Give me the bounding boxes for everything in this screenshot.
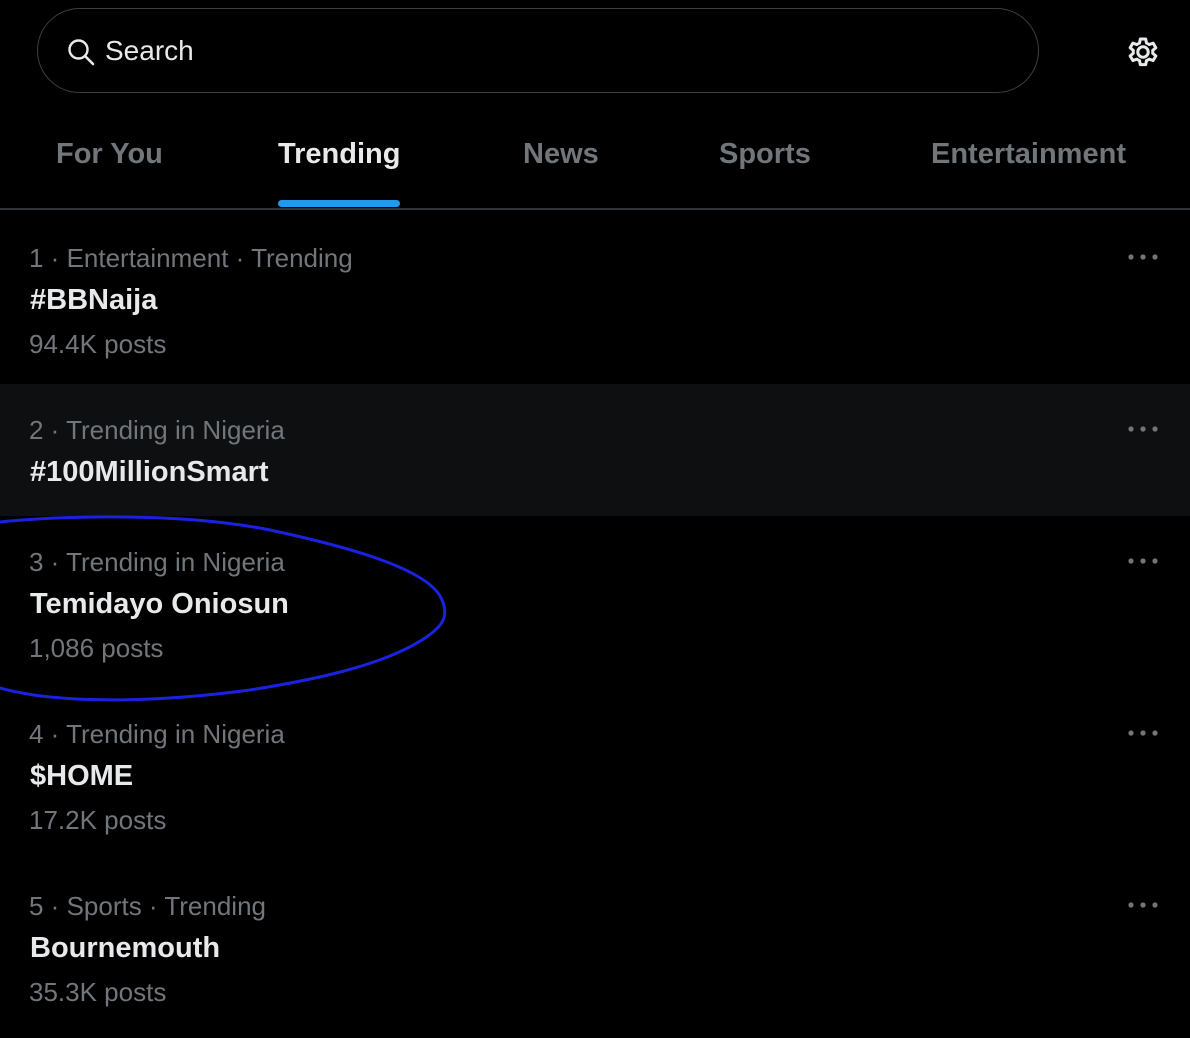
trend-context: 3 · Trending in Nigeria — [29, 547, 285, 577]
trend-list: 1 · Entertainment · Trending #BBNaija 94… — [0, 212, 1190, 1032]
tab-label: Trending — [278, 138, 401, 170]
trend-name: $HOME — [30, 760, 134, 792]
trend-context: 2 · Trending in Nigeria — [29, 415, 285, 445]
more-options-icon[interactable] — [1124, 248, 1162, 266]
trend-item[interactable]: 5 · Sports · Trending Bournemouth 35.3K … — [0, 860, 1190, 1032]
trend-context: 5 · Sports · Trending — [29, 891, 266, 921]
more-options-icon[interactable] — [1124, 420, 1162, 438]
trend-name: Bournemouth — [30, 932, 221, 964]
gear-icon[interactable] — [1124, 33, 1162, 71]
trend-item[interactable]: 2 · Trending in Nigeria #100MillionSmart — [0, 384, 1190, 516]
trend-post-count: 17.2K posts — [29, 805, 167, 835]
trend-post-count: 1,086 posts — [29, 633, 164, 663]
tab-label: Sports — [719, 138, 811, 170]
more-options-icon[interactable] — [1124, 552, 1162, 570]
tab-label: Entertainment — [931, 138, 1126, 170]
explore-tabs: For You Trending News Sports Entertainme… — [0, 110, 1190, 210]
tab-sports[interactable]: Sports — [719, 138, 811, 208]
tab-label: For You — [56, 138, 163, 170]
trend-post-count: 35.3K posts — [29, 977, 167, 1007]
active-tab-indicator — [278, 200, 401, 207]
trend-name: #100MillionSmart — [30, 456, 269, 488]
search-input[interactable] — [105, 31, 985, 71]
trend-item[interactable]: 1 · Entertainment · Trending #BBNaija 94… — [0, 212, 1190, 384]
tab-entertainment[interactable]: Entertainment — [931, 138, 1126, 208]
tab-for-you[interactable]: For You — [56, 138, 163, 208]
more-options-icon[interactable] — [1124, 724, 1162, 742]
more-options-icon[interactable] — [1124, 896, 1162, 914]
tab-trending[interactable]: Trending — [278, 138, 401, 208]
trend-context: 1 · Entertainment · Trending — [29, 243, 353, 273]
trend-item[interactable]: 3 · Trending in Nigeria Temidayo Oniosun… — [0, 516, 1190, 688]
trend-name: Temidayo Oniosun — [30, 588, 289, 620]
trend-name: #BBNaija — [30, 284, 158, 316]
search-icon — [68, 39, 95, 66]
trend-context: 4 · Trending in Nigeria — [29, 719, 285, 749]
tab-label: News — [523, 138, 599, 170]
trend-item[interactable]: 4 · Trending in Nigeria $HOME 17.2K post… — [0, 688, 1190, 860]
trend-post-count: 94.4K posts — [29, 329, 167, 359]
tab-news[interactable]: News — [523, 138, 599, 208]
search-box[interactable] — [37, 8, 1039, 93]
